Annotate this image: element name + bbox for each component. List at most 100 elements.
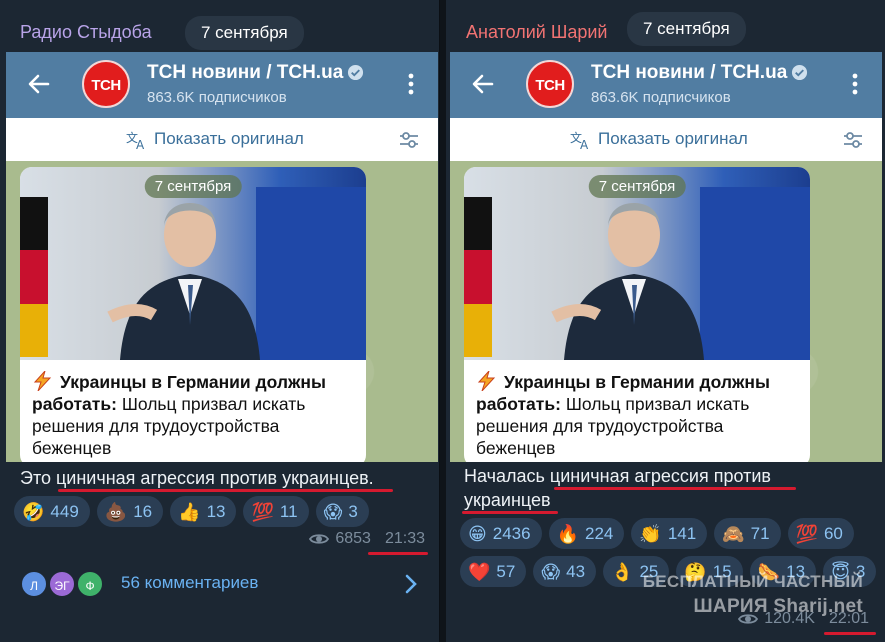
reaction-count: 2436 xyxy=(492,523,531,543)
news-card: 7 сентября Украинцы в Германии должны ра… xyxy=(20,167,366,462)
reaction-chip[interactable]: 🤣 449 xyxy=(14,496,90,527)
comments-count-label: 56 комментариев xyxy=(121,573,259,592)
reaction-emoji-icon: 👏 xyxy=(639,523,662,544)
settings-sliders-icon xyxy=(400,132,418,148)
reaction-chip[interactable]: 💯 11 xyxy=(243,496,309,527)
red-underline xyxy=(554,487,796,490)
view-count: 6853 xyxy=(335,530,371,547)
commenter-avatar: Ф xyxy=(76,570,104,598)
date-separator: 7 сентября xyxy=(185,16,304,50)
sender-name[interactable]: Радио Стыдоба xyxy=(20,22,152,43)
more-menu-icon xyxy=(852,73,858,95)
reaction-emoji-icon: 😱 xyxy=(541,561,561,582)
lightning-icon xyxy=(33,371,52,391)
reaction-chip[interactable]: 💯 60 xyxy=(787,518,854,549)
reaction-emoji-icon: 💩 xyxy=(104,501,128,522)
news-text: Украинцы в Германии должны работать: Шол… xyxy=(32,371,326,458)
translate-icon: 文A xyxy=(126,130,145,150)
german-flag-image xyxy=(20,197,48,357)
message-text: Это циничная агрессия против украинцев. xyxy=(20,468,374,488)
show-original-label: Показать оригинал xyxy=(154,129,304,148)
reaction-emoji-icon: 🤣 xyxy=(22,501,45,522)
reaction-count: 3 xyxy=(348,501,358,521)
red-underline xyxy=(58,489,393,492)
more-menu-icon xyxy=(408,73,414,95)
reaction-chip[interactable]: ❤️ 57 xyxy=(460,556,527,587)
sender-name[interactable]: Анатолий Шарий xyxy=(466,22,607,43)
date-separator: 7 сентября xyxy=(627,12,746,46)
channel-header: ТСН ТСН новини / TCH.ua 863.6K подписчик… xyxy=(6,52,438,118)
reaction-emoji-icon: 😁 xyxy=(468,523,487,544)
news-card: 7 сентября Украинцы в Германии должны ра… xyxy=(464,167,810,462)
reaction-count: 141 xyxy=(667,523,697,543)
reaction-chip[interactable]: 😱 3 xyxy=(315,496,369,527)
message-meta: 6853 21:33 xyxy=(309,530,425,548)
left-post-panel: Радио Стыдоба 7 сентября ТСН ТСН новини … xyxy=(0,0,440,642)
show-original-label: Показать оригинал xyxy=(598,129,748,148)
watermark-line: БЕСПЛАТНЫЙ ЧАСТНЫЙ xyxy=(642,572,863,591)
translate-bar: 文A Показать оригинал xyxy=(450,118,882,161)
channel-header: ТСН ТСН новини / TCH.ua 863.6K подписчик… xyxy=(450,52,882,118)
forwarded-screenshot[interactable]: ТСН ТСН новини / TCH.ua 863.6K подписчик… xyxy=(6,52,438,462)
reaction-count: 60 xyxy=(823,523,843,543)
reactions-row: 🤣 449 💩 16 👍 13 💯 11 😱 3 xyxy=(14,496,434,527)
channel-title: ТСН новини / TCH.ua xyxy=(591,62,808,84)
reaction-emoji-icon: 🙈 xyxy=(722,523,745,544)
subscriber-count: 863.6K подписчиков xyxy=(591,89,731,106)
lightning-icon xyxy=(477,371,496,391)
reaction-chip[interactable]: 👍 13 xyxy=(170,496,237,527)
politician-photo xyxy=(551,203,704,360)
verified-icon xyxy=(792,65,808,81)
reaction-emoji-icon: 💯 xyxy=(795,523,818,544)
back-arrow-icon xyxy=(472,74,494,94)
reaction-emoji-icon: 😱 xyxy=(323,501,343,522)
politician-photo xyxy=(107,203,260,360)
reaction-chip[interactable]: 🔥 224 xyxy=(548,518,625,549)
right-post-panel: Анатолий Шарий 7 сентября ТСН ТСН новини… xyxy=(446,0,885,642)
message-time: 22:01 xyxy=(828,610,869,627)
news-photo: 7 сентября xyxy=(20,167,366,360)
forwarded-screenshot[interactable]: ТСН ТСН новини / TCH.ua 863.6K подписчик… xyxy=(450,52,882,462)
commenter-avatar: ЭГ xyxy=(48,570,76,598)
reaction-chip[interactable]: 💩 16 xyxy=(96,496,164,527)
reaction-chip[interactable]: 👏 141 xyxy=(631,518,708,549)
red-underline-time xyxy=(368,552,428,555)
svg-text:A: A xyxy=(580,138,589,150)
message-meta: 120.4K 22:01 xyxy=(738,610,869,628)
german-flag-image xyxy=(464,197,492,357)
view-count: 120.4K xyxy=(764,610,815,627)
red-underline xyxy=(462,511,558,514)
reaction-count: 57 xyxy=(496,561,516,581)
reaction-emoji-icon: 💯 xyxy=(251,501,274,522)
views-eye-icon xyxy=(309,534,330,544)
chat-wallpaper: 7 сентября Украинцы в Германии должны ра… xyxy=(450,161,882,462)
news-text: Украинцы в Германии должны работать: Шол… xyxy=(476,371,770,458)
reaction-count: 71 xyxy=(750,523,770,543)
comments-button[interactable]: Л ЭГ Ф 56 комментариев xyxy=(0,560,439,608)
settings-sliders-icon xyxy=(844,132,862,148)
reaction-count: 449 xyxy=(50,501,79,521)
subscriber-count: 863.6K подписчиков xyxy=(147,89,287,106)
reaction-chip[interactable]: 😁 2436 xyxy=(460,518,542,549)
red-underline-time xyxy=(824,632,876,635)
card-date-badge: 7 сентября xyxy=(144,175,242,198)
translate-bar: 文A Показать оригинал xyxy=(6,118,438,161)
reaction-emoji-icon: ❤️ xyxy=(468,561,491,582)
reaction-emoji-icon: 👌 xyxy=(611,561,634,582)
reaction-count: 11 xyxy=(279,501,298,521)
channel-avatar: ТСН xyxy=(526,60,574,108)
reaction-count: 43 xyxy=(566,561,586,581)
reaction-chip[interactable]: 😱 43 xyxy=(533,556,597,587)
reaction-count: 13 xyxy=(206,501,226,521)
card-date-badge: 7 сентября xyxy=(588,175,686,198)
commenter-avatar: Л xyxy=(20,570,48,598)
news-photo: 7 сентября xyxy=(464,167,810,360)
views-eye-icon xyxy=(738,614,759,624)
reaction-emoji-icon: 🔥 xyxy=(556,523,580,544)
reaction-emoji-icon: 👍 xyxy=(178,501,201,522)
chevron-right-icon xyxy=(405,574,417,594)
channel-title: ТСН новини / TCH.ua xyxy=(147,62,364,84)
verified-icon xyxy=(348,65,364,81)
reaction-chip[interactable]: 🙈 71 xyxy=(714,518,781,549)
svg-text:A: A xyxy=(136,138,145,150)
